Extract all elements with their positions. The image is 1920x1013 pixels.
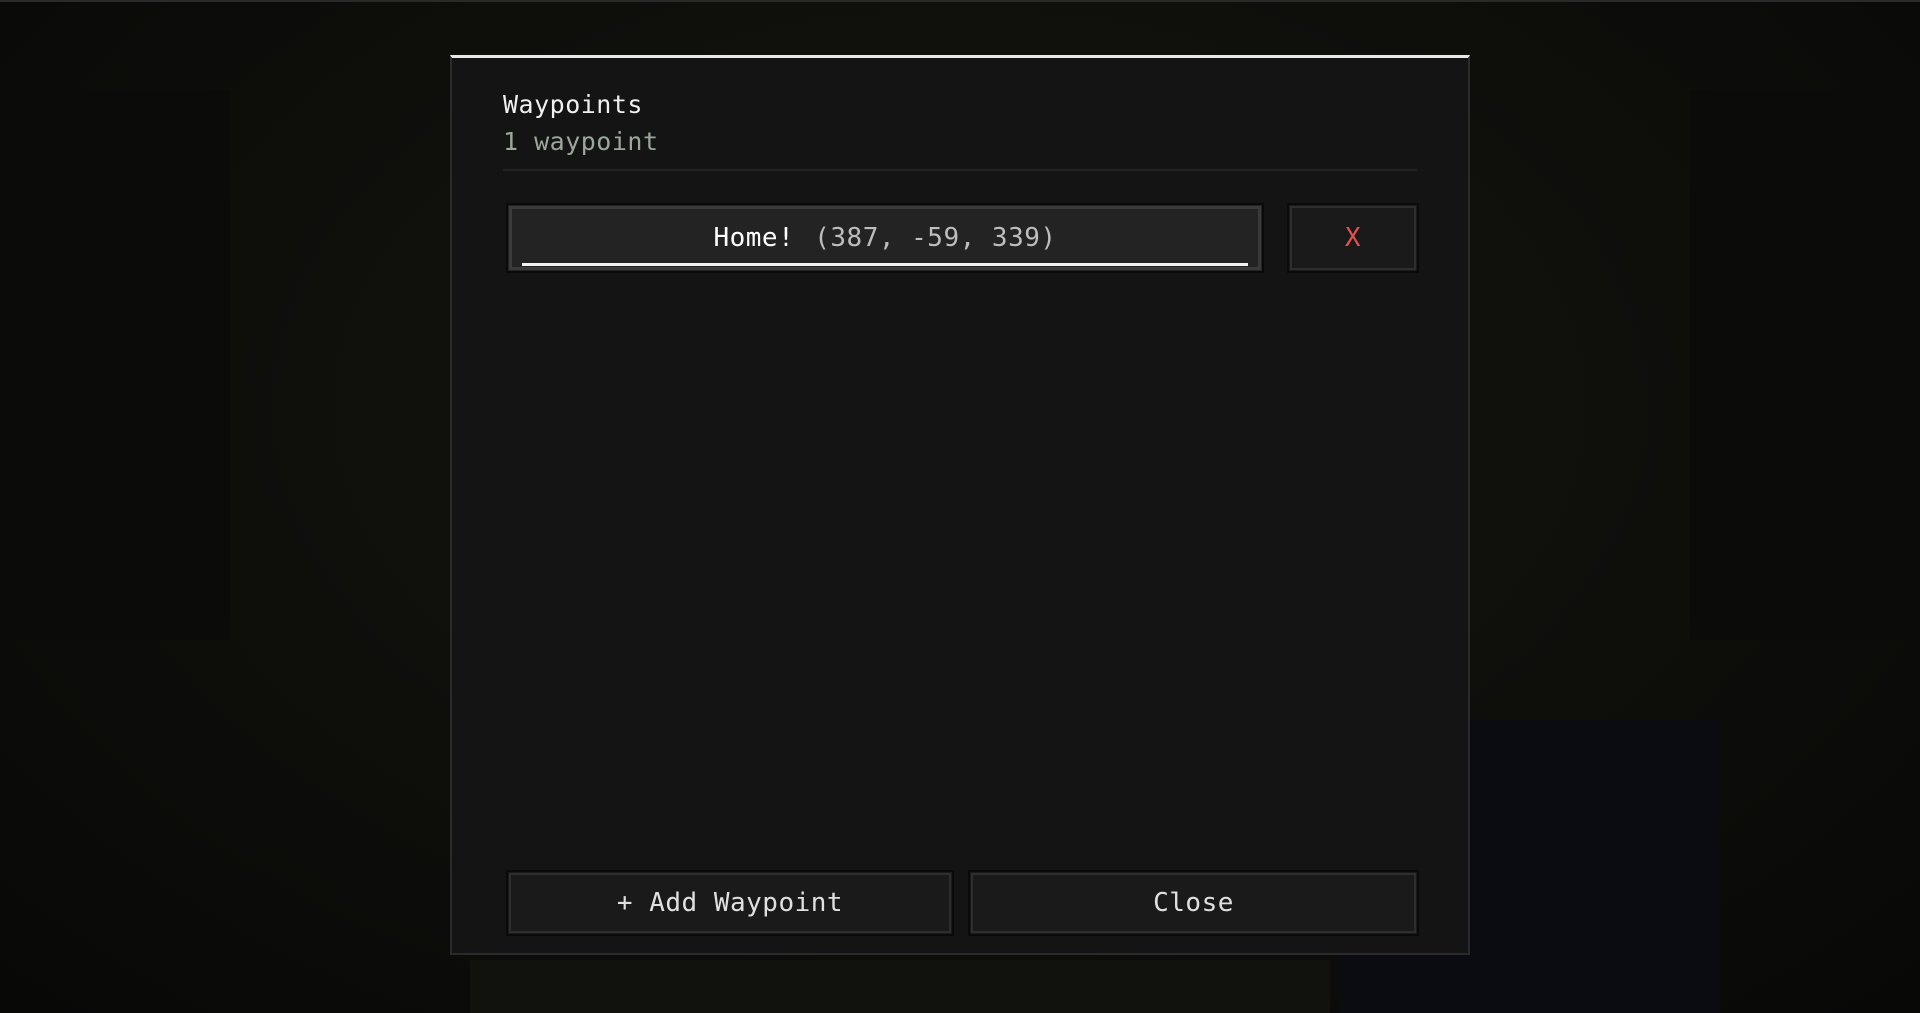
add-waypoint-button[interactable]: + Add Waypoint: [506, 870, 954, 936]
waypoint-coords: (387, -59, 339): [814, 223, 1057, 253]
waypoint-item-home[interactable]: Home! (387, -59, 339): [506, 203, 1264, 273]
screen-top-edge: [0, 0, 1920, 2]
delete-waypoint-button[interactable]: X: [1287, 203, 1419, 273]
background-block-right: [1690, 90, 1920, 640]
waypoints-dialog: Waypoints 1 waypoint Home! (387, -59, 33…: [450, 55, 1470, 955]
selection-underline: [522, 263, 1248, 266]
dialog-title: Waypoints: [503, 90, 643, 119]
background-block-bottom: [470, 960, 1330, 1013]
delete-icon: X: [1344, 223, 1362, 253]
close-button[interactable]: Close: [968, 870, 1419, 936]
waypoint-count: 1 waypoint: [503, 127, 659, 156]
background-block-left: [0, 90, 230, 640]
waypoint-name: Home!: [713, 223, 795, 253]
header-divider: [503, 169, 1417, 171]
